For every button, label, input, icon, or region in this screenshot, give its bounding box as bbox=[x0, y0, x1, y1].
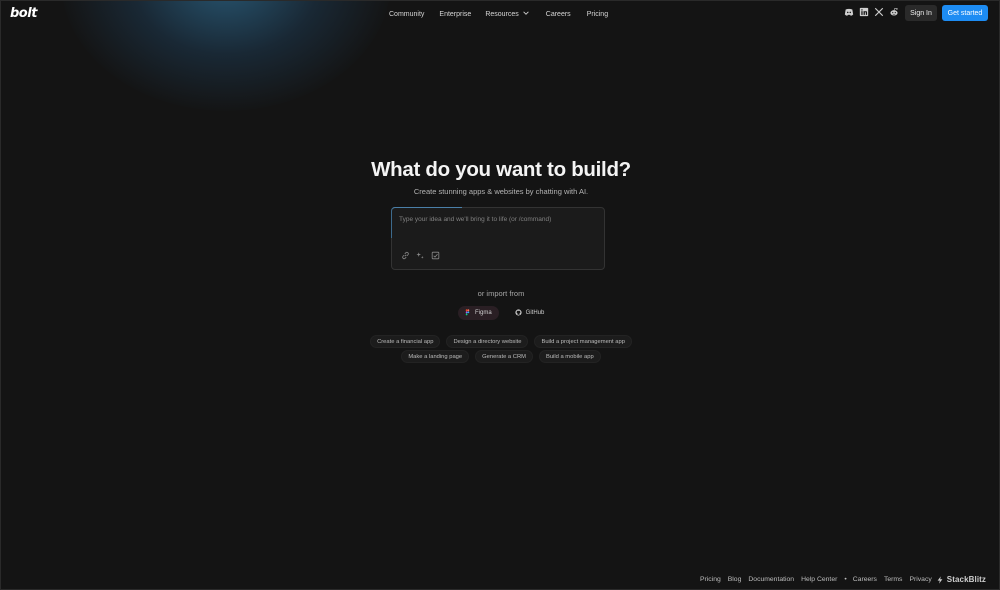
footer-link-privacy[interactable]: Privacy bbox=[909, 576, 931, 583]
import-label: or import from bbox=[477, 289, 525, 298]
footer: Pricing Blog Documentation Help Center •… bbox=[700, 575, 986, 584]
suggestion-chip[interactable]: Make a landing page bbox=[401, 350, 470, 363]
main-nav: Community Enterprise Resources Careers P… bbox=[389, 9, 608, 19]
suggestion-chip[interactable]: Build a project management app bbox=[534, 335, 632, 348]
suggestion-chip[interactable]: Design a directory website bbox=[446, 335, 529, 348]
nav-label: Community bbox=[389, 10, 425, 18]
prompt-input[interactable] bbox=[399, 216, 599, 244]
hero-subtitle: Create stunning apps & websites by chatt… bbox=[413, 187, 589, 196]
import-figma-button[interactable]: Figma bbox=[458, 306, 499, 320]
social-links bbox=[844, 7, 899, 17]
header: bolt Community Enterprise Resources Care… bbox=[1, 1, 999, 25]
get-started-button[interactable]: Get started bbox=[942, 5, 988, 21]
hero-title: What do you want to build? bbox=[371, 158, 631, 181]
logo[interactable]: bolt bbox=[10, 6, 37, 21]
import-github-button[interactable]: GitHub bbox=[509, 306, 552, 320]
figma-icon bbox=[464, 308, 471, 318]
nav-item-pricing[interactable]: Pricing bbox=[587, 9, 608, 19]
nav-label: Careers bbox=[545, 10, 571, 18]
chevron-down-icon bbox=[522, 9, 530, 19]
linkedin-icon[interactable] bbox=[859, 7, 869, 17]
nav-label: Enterprise bbox=[439, 10, 472, 18]
import-label-github: GitHub bbox=[525, 310, 545, 316]
x-icon[interactable] bbox=[874, 7, 884, 17]
sparkle-icon[interactable] bbox=[416, 251, 425, 260]
page: bolt Community Enterprise Resources Care… bbox=[0, 0, 1000, 590]
stackblitz-brand[interactable]: StackBlitz bbox=[947, 575, 986, 584]
reddit-icon[interactable] bbox=[889, 7, 899, 17]
suggestion-chip[interactable]: Create a financial app bbox=[370, 335, 441, 348]
footer-link-careers[interactable]: Careers bbox=[853, 576, 877, 583]
footer-link-pricing[interactable]: Pricing bbox=[700, 576, 721, 583]
nav-item-careers[interactable]: Careers bbox=[546, 9, 571, 19]
footer-separator: • bbox=[844, 576, 847, 583]
discord-icon[interactable] bbox=[844, 7, 854, 17]
nav-label: Resources bbox=[485, 10, 519, 18]
footer-link-blog[interactable]: Blog bbox=[728, 576, 742, 583]
import-label-figma: Figma bbox=[475, 310, 492, 316]
footer-link-terms[interactable]: Terms bbox=[884, 576, 903, 583]
footer-link-documentation[interactable]: Documentation bbox=[748, 576, 794, 583]
nav-item-resources[interactable]: Resources bbox=[485, 9, 529, 19]
nav-item-community[interactable]: Community bbox=[389, 9, 424, 19]
footer-link-help-center[interactable]: Help Center bbox=[801, 576, 837, 583]
suggestion-chip[interactable]: Build a mobile app bbox=[538, 350, 601, 363]
nav-item-enterprise[interactable]: Enterprise bbox=[439, 9, 471, 19]
suggestion-chip[interactable]: Generate a CRM bbox=[475, 350, 533, 363]
prompt-box bbox=[391, 207, 605, 270]
import-sources: Figma GitHub bbox=[458, 306, 551, 320]
select-icon[interactable] bbox=[431, 251, 440, 260]
lightning-icon bbox=[937, 575, 943, 584]
link-icon[interactable] bbox=[401, 251, 410, 260]
suggestion-row-2: Make a landing page Generate a CRM Build… bbox=[1, 350, 999, 363]
sign-in-button[interactable]: Sign In bbox=[905, 5, 937, 21]
github-icon bbox=[515, 308, 522, 318]
suggestion-row-1: Create a financial app Design a director… bbox=[1, 335, 999, 348]
nav-label: Pricing bbox=[586, 10, 609, 18]
prompt-tools bbox=[401, 251, 440, 260]
